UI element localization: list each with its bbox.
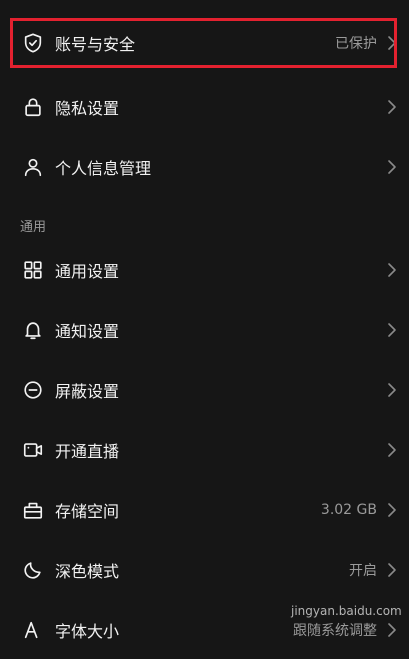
- settings-item-label: 通知设置: [55, 322, 120, 341]
- minus-circle-icon: [22, 379, 44, 401]
- bell-icon: [22, 319, 44, 341]
- chevron-right-icon: [387, 35, 397, 51]
- chevron-right-icon: [387, 322, 397, 338]
- settings-item-label: 个人信息管理: [55, 159, 152, 178]
- chevron-right-icon: [387, 99, 397, 115]
- chevron-right-icon: [387, 622, 397, 638]
- settings-item-personal-info[interactable]: 个人信息管理: [0, 138, 409, 196]
- settings-item-label: 开通直播: [55, 442, 120, 461]
- chevron-right-icon: [387, 159, 397, 175]
- settings-item-privacy[interactable]: 隐私设置: [0, 78, 409, 136]
- storage-box-icon: [22, 499, 44, 521]
- person-icon: [22, 156, 44, 178]
- settings-item-value: 3.02 GB: [320, 502, 377, 518]
- settings-item-notifications[interactable]: 通知设置: [0, 301, 409, 359]
- settings-item-label: 深色模式: [55, 562, 120, 581]
- chevron-right-icon: [387, 562, 397, 578]
- settings-item-live-stream[interactable]: 开通直播: [0, 421, 409, 479]
- settings-item-storage[interactable]: 存储空间 3.02 GB: [0, 481, 409, 539]
- settings-item-block[interactable]: 屏蔽设置: [0, 361, 409, 419]
- chevron-right-icon: [387, 382, 397, 398]
- video-camera-icon: [22, 439, 44, 461]
- moon-icon: [22, 559, 44, 581]
- lock-icon: [22, 96, 44, 118]
- settings-item-label: 存储空间: [55, 502, 120, 521]
- settings-item-label: 隐私设置: [55, 99, 120, 118]
- section-header-general: 通用: [20, 220, 47, 235]
- chevron-right-icon: [387, 262, 397, 278]
- settings-item-general[interactable]: 通用设置: [0, 241, 409, 299]
- settings-item-label: 通用设置: [55, 262, 120, 281]
- settings-item-value: 已保护: [335, 36, 377, 52]
- settings-item-value: 开启: [349, 563, 377, 579]
- chevron-right-icon: [387, 442, 397, 458]
- watermark-text: jingyan.baidu.com: [291, 604, 402, 618]
- shield-check-icon: [22, 32, 44, 54]
- grid-icon: [22, 259, 44, 281]
- settings-item-label: 屏蔽设置: [55, 382, 120, 401]
- font-size-icon: [22, 619, 44, 641]
- settings-item-label: 账号与安全: [55, 35, 136, 54]
- settings-item-account-security[interactable]: 账号与安全 已保护: [0, 14, 409, 72]
- watermark: jingyan.baidu.com: [287, 598, 402, 624]
- chevron-right-icon: [387, 502, 397, 518]
- settings-item-label: 字体大小: [55, 622, 120, 641]
- settings-item-dark-mode[interactable]: 深色模式 开启: [0, 541, 409, 599]
